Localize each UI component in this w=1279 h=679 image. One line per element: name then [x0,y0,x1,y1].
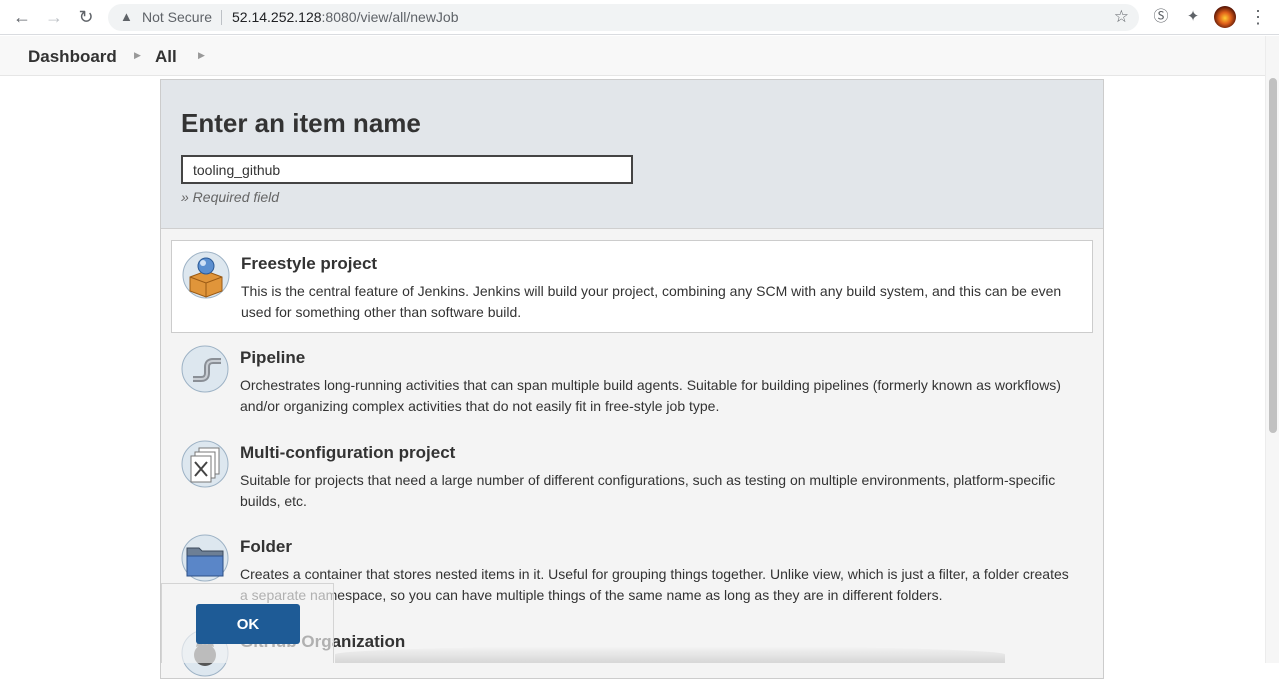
job-type-title: Pipeline [240,348,306,367]
skype-extension-icon[interactable]: Ⓢ [1151,7,1171,27]
url-path: :8080/view/all/newJob [321,9,459,25]
job-type-description: Orchestrates long-running activities tha… [240,377,1061,414]
address-divider [221,10,222,25]
page-title: Enter an item name [181,108,421,138]
job-type-freestyle[interactable]: Freestyle project This is the central fe… [171,240,1093,333]
job-type-title: Multi-configuration project [240,443,456,462]
job-type-description: Creates a container that stores nested i… [240,566,1069,603]
back-icon[interactable]: ← [11,6,33,28]
page-scrollbar[interactable] [1265,36,1279,663]
url-text[interactable]: 52.14.252.128:8080/view/all/newJob [232,9,459,25]
breadcrumb: Dashboard ▶ All ▶ [0,36,1265,76]
item-name-input[interactable] [181,155,633,184]
url-host: 52.14.252.128 [232,9,322,25]
job-type-title: Folder [240,537,292,556]
reload-icon[interactable]: ↻ [75,6,97,28]
required-field-hint: » Required field [181,189,280,205]
folder-icon [181,534,229,582]
browser-menu-icon[interactable]: ⋮ [1249,6,1267,28]
multi-configuration-icon [181,440,229,488]
job-type-pipeline[interactable]: Pipeline Orchestrates long-running activ… [171,335,1093,428]
job-type-description: Suitable for projects that need a large … [240,472,1056,509]
warning-icon: ▲ [120,9,133,24]
forward-icon[interactable]: → [43,6,65,28]
security-label[interactable]: Not Secure [142,9,212,25]
job-type-title: Freestyle project [241,254,378,273]
breadcrumb-dashboard[interactable]: Dashboard [28,47,117,67]
extensions-puzzle-icon[interactable]: ✦ [1183,7,1203,27]
bottom-shadow [335,646,1005,663]
ok-button[interactable]: OK [196,604,300,644]
scrollbar-thumb[interactable] [1269,78,1277,433]
breadcrumb-all[interactable]: All [155,47,177,67]
item-name-header: Enter an item name » Required field [161,80,1103,229]
breadcrumb-chevron-icon[interactable]: ▶ [134,50,141,61]
job-type-description: This is the central feature of Jenkins. … [241,283,1062,320]
profile-avatar[interactable] [1214,6,1236,28]
address-bar[interactable]: ▲ Not Secure 52.14.252.128:8080/view/all… [108,4,1139,31]
pipeline-icon [181,345,229,393]
breadcrumb-chevron-icon[interactable]: ▶ [198,50,205,61]
browser-toolbar: ← → ↻ ▲ Not Secure 52.14.252.128:8080/vi… [0,0,1279,35]
freestyle-project-icon [182,251,230,299]
job-type-multi-configuration[interactable]: Multi-configuration project Suitable for… [171,430,1093,523]
bookmark-star-icon[interactable]: ☆ [1114,7,1129,27]
